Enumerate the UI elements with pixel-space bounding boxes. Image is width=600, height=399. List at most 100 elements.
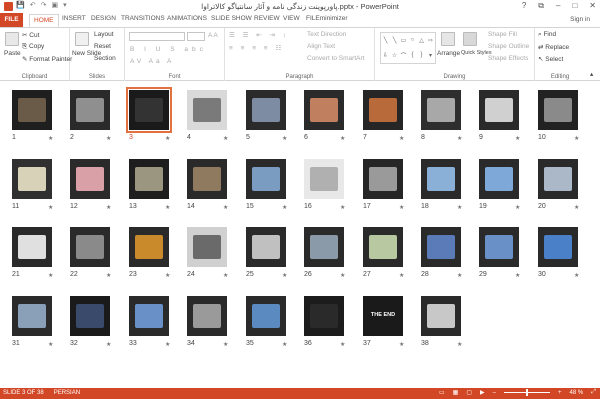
tab-animations[interactable]: ANIMATIONS (167, 15, 207, 22)
slide-preview[interactable] (538, 227, 578, 267)
slide-preview[interactable] (421, 227, 461, 267)
list-buttons[interactable]: ☰ ☰ ⇤ ⇥ ↕ (229, 31, 289, 39)
slide-thumbnail[interactable]: 9 ★ (479, 90, 523, 146)
slide-preview[interactable] (479, 90, 519, 130)
slide-preview[interactable] (363, 159, 403, 199)
slide-preview[interactable] (70, 90, 110, 130)
text-direction-button[interactable]: Text Direction (307, 31, 346, 38)
transition-star-icon[interactable]: ★ (457, 204, 462, 211)
transition-star-icon[interactable]: ★ (515, 135, 520, 142)
transition-star-icon[interactable]: ★ (515, 204, 520, 211)
slide-preview[interactable] (304, 227, 344, 267)
transition-star-icon[interactable]: ★ (399, 272, 404, 279)
arrange-button[interactable]: Arrange (437, 50, 460, 57)
normal-view-icon[interactable]: ▭ (439, 389, 445, 396)
slide-thumbnail[interactable]: 2 ★ (70, 90, 114, 146)
tab-insert[interactable]: INSERT (62, 15, 86, 22)
slide-thumbnail[interactable]: 31 ★ (12, 296, 56, 352)
slide-thumbnail[interactable]: 6 ★ (304, 90, 348, 146)
slide-thumbnail[interactable]: 26 ★ (304, 227, 348, 283)
transition-star-icon[interactable]: ★ (399, 204, 404, 211)
slide-preview[interactable] (538, 159, 578, 199)
slide-thumbnail[interactable]: 1 ★ (12, 90, 56, 146)
slide-preview[interactable]: THE END (363, 296, 403, 336)
reading-view-icon[interactable]: ▢ (466, 389, 472, 396)
slide-preview[interactable] (12, 90, 52, 130)
slide-thumbnail[interactable]: 19 ★ (479, 159, 523, 215)
transition-star-icon[interactable]: ★ (48, 135, 53, 142)
transition-star-icon[interactable]: ★ (106, 135, 111, 142)
slide-thumbnail[interactable]: 20 ★ (538, 159, 582, 215)
shape-outline-button[interactable]: Shape Outline (488, 43, 529, 50)
slide-preview[interactable] (246, 159, 286, 199)
section-button[interactable]: Section (94, 55, 116, 62)
transition-star-icon[interactable]: ★ (340, 341, 345, 348)
convert-smartart-button[interactable]: Convert to SmartArt (307, 55, 364, 62)
font-grow-icon[interactable]: A A (208, 32, 218, 39)
transition-star-icon[interactable]: ★ (223, 272, 228, 279)
help-icon[interactable]: ? (522, 1, 526, 11)
slide-preview[interactable] (126, 87, 172, 133)
transition-star-icon[interactable]: ★ (399, 135, 404, 142)
slide-preview[interactable] (246, 227, 286, 267)
line-shape-icon[interactable]: ╲ (384, 37, 388, 44)
quick-styles-icon[interactable] (463, 32, 477, 46)
fit-slide-icon[interactable]: ⤢ (591, 389, 596, 396)
select-button[interactable]: ↖ Select (538, 55, 563, 63)
transition-star-icon[interactable]: ★ (340, 272, 345, 279)
slide-thumbnail[interactable]: 13 ★ (129, 159, 173, 215)
slide-thumbnail[interactable]: 14 ★ (187, 159, 231, 215)
transition-star-icon[interactable]: ★ (165, 272, 170, 279)
tab-review[interactable]: REVIEW (254, 15, 280, 22)
tab-slide-show[interactable]: SLIDE SHOW (211, 15, 252, 22)
transition-star-icon[interactable]: ★ (515, 272, 520, 279)
find-button[interactable]: ⌕ Find (538, 31, 556, 39)
transition-star-icon[interactable]: ★ (457, 272, 462, 279)
slide-preview[interactable] (129, 159, 169, 199)
zoom-in-icon[interactable]: + (558, 390, 562, 396)
transition-star-icon[interactable]: ★ (165, 341, 170, 348)
slide-preview[interactable] (70, 227, 110, 267)
tab-file[interactable]: FILE (0, 13, 23, 27)
replace-button[interactable]: ⇄ Replace (538, 43, 569, 51)
font-name-input[interactable] (129, 32, 185, 41)
sign-in-link[interactable]: Sign in (570, 16, 590, 23)
slide-thumbnail[interactable]: 28 ★ (421, 227, 465, 283)
transition-star-icon[interactable]: ★ (165, 204, 170, 211)
slide-preview[interactable] (12, 227, 52, 267)
tab-view[interactable]: VIEW (283, 15, 300, 22)
minimize-icon[interactable]: – (556, 1, 560, 11)
transition-star-icon[interactable]: ★ (282, 341, 287, 348)
transition-star-icon[interactable]: ★ (574, 272, 579, 279)
paste-button[interactable]: Paste (4, 50, 21, 57)
font-format-buttons[interactable]: B I U S abc (130, 46, 207, 53)
slide-preview[interactable] (421, 296, 461, 336)
slide-preview[interactable] (538, 90, 578, 130)
collapse-ribbon-icon[interactable]: ▴ (590, 70, 593, 78)
font-color-buttons[interactable]: AV Aa A (130, 58, 174, 65)
transition-star-icon[interactable]: ★ (48, 272, 53, 279)
slide-thumbnail[interactable]: 25 ★ (246, 227, 290, 283)
slide-preview[interactable] (246, 90, 286, 130)
zoom-level[interactable]: 48 % (570, 390, 584, 396)
transition-star-icon[interactable]: ★ (574, 204, 579, 211)
transition-star-icon[interactable]: ★ (48, 341, 53, 348)
reset-button[interactable]: Reset (94, 43, 111, 50)
slide-preview[interactable] (12, 159, 52, 199)
bracket-shape-icon[interactable]: { (411, 52, 413, 58)
align-buttons[interactable]: ≡ ≡ ≡ ≡ ☷ (229, 44, 284, 52)
slide-preview[interactable] (421, 159, 461, 199)
transition-star-icon[interactable]: ★ (106, 341, 111, 348)
bracket-shape-icon[interactable]: } (420, 52, 422, 58)
slide-thumbnail[interactable]: 27 ★ (363, 227, 407, 283)
slide-thumbnail[interactable]: 17 ★ (363, 159, 407, 215)
transition-star-icon[interactable]: ★ (340, 204, 345, 211)
transition-star-icon[interactable]: ★ (223, 341, 228, 348)
slide-thumbnail[interactable]: 7 ★ (363, 90, 407, 146)
slide-preview[interactable] (304, 90, 344, 130)
transition-star-icon[interactable]: ★ (457, 341, 462, 348)
slide-thumbnail[interactable]: 36 ★ (304, 296, 348, 352)
quick-styles-button[interactable]: Quick Styles (461, 50, 492, 56)
slide-thumbnail[interactable]: 30 ★ (538, 227, 582, 283)
slide-preview[interactable] (70, 296, 110, 336)
